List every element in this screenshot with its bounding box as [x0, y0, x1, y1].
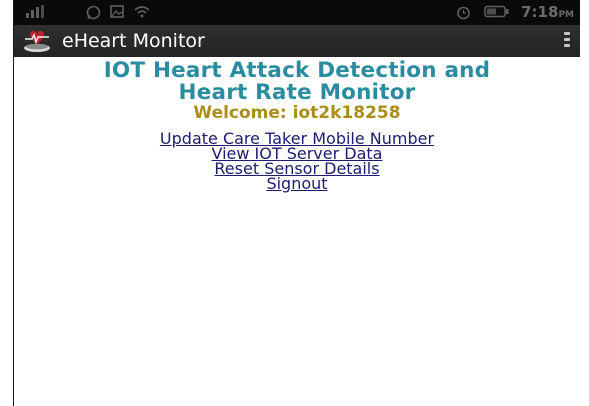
- action-links: Update Care Taker Mobile Number View IOT…: [14, 131, 580, 192]
- whatsapp-icon: [86, 5, 101, 23]
- signal-icon: [26, 5, 48, 21]
- action-bar: eHeart Monitor: [14, 25, 580, 57]
- overflow-menu-icon[interactable]: [562, 32, 572, 50]
- wifi-icon: [134, 5, 150, 21]
- image-icon: [110, 5, 124, 21]
- page-title-line1: IOT Heart Attack Detection and: [103, 58, 491, 83]
- app-title: eHeart Monitor: [62, 30, 205, 52]
- battery-icon: [484, 5, 510, 21]
- status-time: 7:18PM: [521, 3, 574, 21]
- heart-monitor-icon[interactable]: [22, 28, 52, 54]
- status-bar: 7:18PM: [14, 0, 580, 25]
- phone-screen: 7:18PM eHeart Monitor IOT Heart Attack D…: [13, 0, 580, 406]
- alarm-icon: [456, 5, 471, 23]
- page-title-line2: Heart Rate Monitor: [178, 80, 416, 105]
- main-content: IOT Heart Attack Detection and Heart Rat…: [14, 57, 580, 192]
- welcome-message: Welcome: iot2k18258: [193, 103, 401, 123]
- signout-link[interactable]: Signout: [14, 176, 580, 192]
- page-title: IOT Heart Attack Detection and Heart Rat…: [14, 60, 580, 104]
